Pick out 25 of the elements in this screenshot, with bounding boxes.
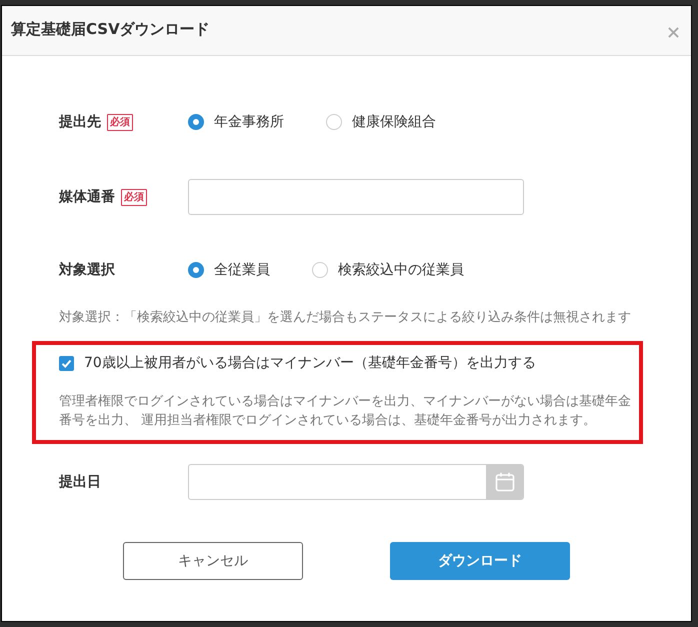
dialog-title: 算定基礎届CSVダウンロード [11,18,210,38]
calendar-button[interactable] [486,465,523,499]
checkbox-label[interactable]: 70歳以上被用者がいる場合はマイナンバー（基礎年金番号）を出力する [84,353,536,373]
calendar-icon [494,472,514,492]
checkbox[interactable] [59,356,74,370]
field-label: 提出日 [59,473,101,492]
date-input-field[interactable] [188,464,524,500]
radio-label[interactable]: 検索絞込中の従業員 [338,260,464,280]
close-icon[interactable] [668,27,679,38]
radio-label[interactable]: 全従業員 [214,260,270,280]
radio-button[interactable] [188,114,204,130]
required-badge: 必須 [121,188,147,206]
radio-button[interactable] [326,114,342,130]
radio-label[interactable]: 健康保険組合 [352,112,436,132]
cancel-button[interactable]: キャンセル [123,542,303,580]
field-label: 対象選択 [59,260,115,280]
description-text: 管理者権限でログインされている場合はマイナンバーを出力、マイナンバーがない場合は基礎年金番号を出力、 運用担当者権限でログインされている場合は、基礎年金番号が出力されます。 [59,393,632,430]
radio-label[interactable]: 年金事務所 [214,112,284,132]
radio-button[interactable] [188,262,204,278]
radio-button[interactable] [312,262,328,278]
field-label: 提出先 [59,113,101,132]
required-badge: 必須 [107,114,133,130]
field-label: 媒体通番 [59,188,115,207]
text-input-field[interactable] [188,179,524,215]
note-text: 対象選択：「検索絞込中の従業員」を選んだ場合もステータスによる絞り込み条件は無視されます [59,310,631,325]
